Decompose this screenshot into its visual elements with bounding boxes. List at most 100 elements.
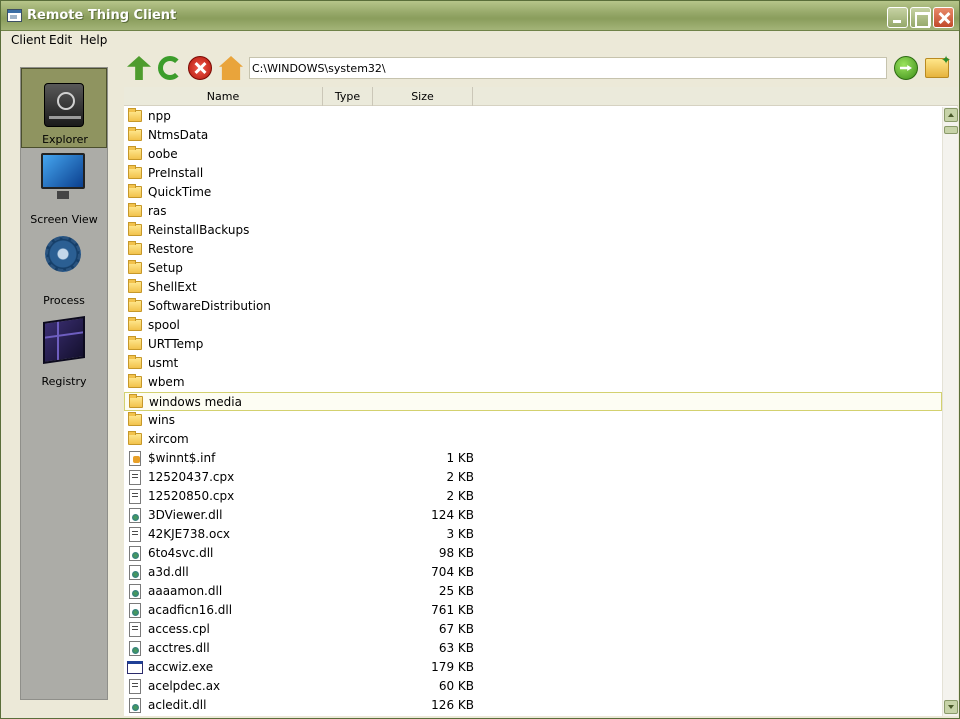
new-folder-icon[interactable] <box>925 53 951 78</box>
folder-icon <box>128 279 142 293</box>
file-name: $winnt$.inf <box>148 451 216 465</box>
list-item[interactable]: $winnt$.inf 1 KB <box>124 449 942 468</box>
folder-icon <box>128 317 142 331</box>
list-item[interactable]: acledit.dll 126 KB <box>124 696 942 715</box>
list-item[interactable]: wbem <box>124 373 942 392</box>
list-item[interactable]: windows media <box>124 392 942 411</box>
list-item[interactable]: aaaamon.dll 25 KB <box>124 582 942 601</box>
list-item[interactable]: URTTemp <box>124 335 942 354</box>
list-item[interactable]: oobe <box>124 145 942 164</box>
file-name: access.cpl <box>148 622 210 636</box>
list-item[interactable]: usmt <box>124 354 942 373</box>
column-size[interactable]: Size <box>373 87 473 106</box>
folder-icon <box>128 108 142 122</box>
sidebar-item-label: Process <box>43 294 85 307</box>
list-item[interactable]: spool <box>124 316 942 335</box>
file-name: 3DViewer.dll <box>148 508 223 522</box>
stop-icon[interactable] <box>188 56 212 80</box>
list-item[interactable]: QuickTime <box>124 183 942 202</box>
inf-file-icon <box>129 451 141 466</box>
menu-help[interactable]: Help <box>80 33 107 47</box>
refresh-icon[interactable] <box>158 56 182 80</box>
maximize-button[interactable] <box>910 7 931 28</box>
file-name: NtmsData <box>148 128 209 142</box>
file-name: ras <box>148 204 167 218</box>
file-name: Restore <box>148 242 194 256</box>
file-name: npp <box>148 109 171 123</box>
file-size: 67 KB <box>438 622 474 636</box>
list-item[interactable]: ReinstallBackups <box>124 221 942 240</box>
scroll-thumb[interactable] <box>944 126 958 134</box>
sidebar-item-registry[interactable]: Registry <box>21 311 107 391</box>
list-item[interactable]: 12520850.cpx 2 KB <box>124 487 942 506</box>
column-name[interactable]: Name <box>124 87 323 106</box>
dll-icon <box>129 584 141 599</box>
list-item[interactable]: Setup <box>124 259 942 278</box>
file-icon <box>129 470 141 485</box>
folder-icon <box>128 222 142 236</box>
list-item[interactable]: accwiz.exe 179 KB <box>124 658 942 677</box>
list-item[interactable]: ShellExt <box>124 278 942 297</box>
list-item[interactable]: a3d.dll 704 KB <box>124 563 942 582</box>
file-name: 42KJE738.ocx <box>148 527 231 541</box>
close-button[interactable] <box>933 7 954 28</box>
list-item[interactable]: 12520437.cpx 2 KB <box>124 468 942 487</box>
file-list: Name Type Size npp NtmsData oobe PreInstall… <box>123 87 958 716</box>
list-item[interactable]: access.cpl 67 KB <box>124 620 942 639</box>
sidebar-item-process[interactable]: Process <box>21 230 107 310</box>
sidebar-item-screen-view[interactable]: Screen View <box>21 149 107 229</box>
file-size: 179 KB <box>431 660 474 674</box>
app-icon <box>7 9 22 22</box>
list-item[interactable]: ras <box>124 202 942 221</box>
list-item[interactable]: NtmsData <box>124 126 942 145</box>
path-input[interactable] <box>249 57 887 79</box>
list-item[interactable]: acadficn16.dll 761 KB <box>124 601 942 620</box>
dll-icon <box>129 641 141 656</box>
sidebar-item-explorer[interactable]: Explorer <box>21 68 107 148</box>
menu-client[interactable]: Client <box>11 33 46 47</box>
up-folder-icon[interactable] <box>127 56 151 80</box>
file-name: spool <box>148 318 180 332</box>
list-rows: npp NtmsData oobe PreInstall QuickTime ras Rei… <box>124 107 942 716</box>
file-size: 761 KB <box>431 603 474 617</box>
file-name: wins <box>148 413 176 427</box>
home-icon[interactable] <box>219 56 243 80</box>
folder-icon <box>128 165 142 179</box>
file-name: accwiz.exe <box>148 660 214 674</box>
list-item[interactable]: npp <box>124 107 942 126</box>
list-item[interactable]: xircom <box>124 430 942 449</box>
scroll-up-button[interactable] <box>944 108 958 122</box>
list-item[interactable]: SoftwareDistribution <box>124 297 942 316</box>
list-item[interactable]: 42KJE738.ocx 3 KB <box>124 525 942 544</box>
folder-icon <box>129 394 143 408</box>
file-name: a3d.dll <box>148 565 189 579</box>
list-item[interactable]: acctres.dll 63 KB <box>124 639 942 658</box>
file-size: 1 KB <box>446 451 474 465</box>
cube-icon <box>43 316 85 364</box>
scroll-down-button[interactable] <box>944 700 958 714</box>
file-size: 63 KB <box>438 641 474 655</box>
folder-icon <box>128 298 142 312</box>
list-item[interactable]: 3DViewer.dll 124 KB <box>124 506 942 525</box>
column-type[interactable]: Type <box>323 87 373 106</box>
list-header: Name Type Size <box>124 87 958 106</box>
dll-icon <box>129 603 141 618</box>
vertical-scrollbar[interactable] <box>942 107 958 716</box>
go-icon[interactable] <box>894 56 918 80</box>
list-item[interactable]: acelpdec.ax 60 KB <box>124 677 942 696</box>
file-name: QuickTime <box>148 185 212 199</box>
file-name: wbem <box>148 375 185 389</box>
menu-edit[interactable]: Edit <box>49 33 72 47</box>
minimize-button[interactable] <box>887 7 908 28</box>
title-bar[interactable]: Remote Thing Client <box>1 1 959 31</box>
file-size: 124 KB <box>431 508 474 522</box>
exe-icon <box>127 661 143 674</box>
folder-icon <box>128 374 142 388</box>
file-name: oobe <box>148 147 178 161</box>
list-item[interactable]: PreInstall <box>124 164 942 183</box>
dll-icon <box>129 698 141 713</box>
list-item[interactable]: Restore <box>124 240 942 259</box>
folder-icon <box>128 431 142 445</box>
list-item[interactable]: wins <box>124 411 942 430</box>
list-item[interactable]: 6to4svc.dll 98 KB <box>124 544 942 563</box>
